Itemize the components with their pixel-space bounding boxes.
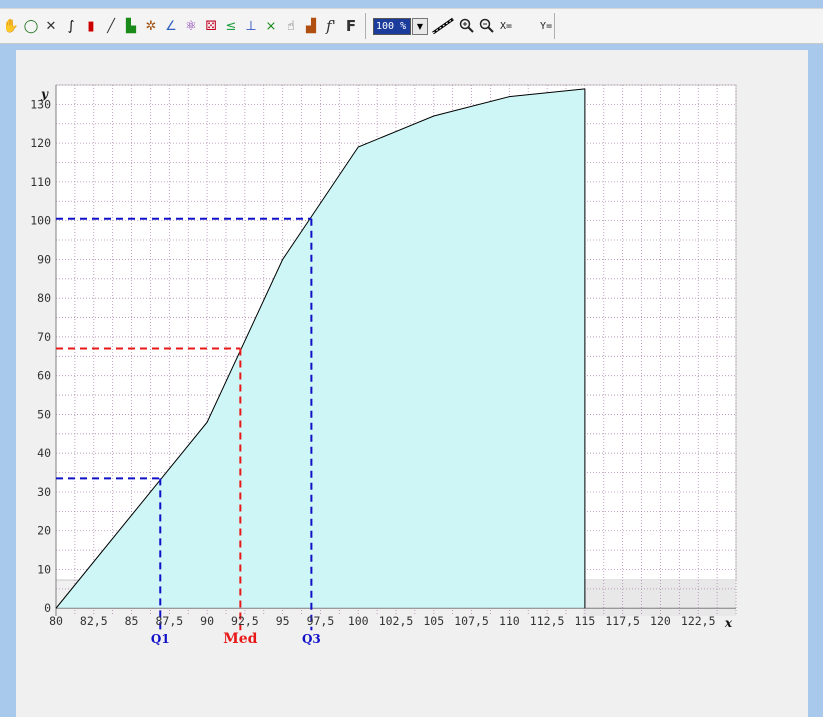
y-tick-label: 120 — [30, 136, 51, 150]
function-button[interactable]: F — [342, 15, 360, 37]
x-tick-label: 82,5 — [80, 614, 108, 628]
x-tick-label: 85 — [125, 614, 139, 628]
y-coordinate-label: Y= — [540, 20, 553, 32]
y-tick-label: 110 — [30, 175, 51, 189]
x-tick-label: 122,5 — [681, 614, 716, 628]
toolbar-separator — [365, 13, 366, 39]
zoom-select[interactable]: 100 % ▼ — [373, 17, 428, 35]
x-tick-label: 107,5 — [454, 614, 489, 628]
x-tick-label: 110 — [499, 614, 520, 628]
hand-tool-icon[interactable]: ✋ — [2, 15, 20, 37]
derivative-button[interactable]: f' — [322, 15, 340, 37]
toolbar: ✋ ◯ ✕ ∫ ▮ ╱ ▙ ✲ ∠ ⚛ ⚄ ≤ ⊥ ⨯ ☝ ▟ f' F 100 % ▼ X= Y= — [0, 8, 823, 44]
less-than-tool-icon[interactable]: ≤ — [222, 15, 240, 37]
y-axis-label: y — [40, 87, 49, 101]
curve-tool-icon[interactable]: ∫ — [62, 15, 80, 37]
x-coordinate-label: X= — [500, 20, 513, 32]
y-tick-label: 10 — [37, 562, 51, 576]
tool-buttons: ✋ ◯ ✕ ∫ ▮ ╱ ▙ ✲ ∠ ⚛ ⚄ ≤ ⊥ ⨯ ☝ ▟ — [0, 15, 320, 37]
cumulative-frequency-chart[interactable]: Q1 Med Q3 80 82,5 85 87,5 90 92,5 95 97,5 100 102,5… — [16, 50, 808, 717]
x-tick-label: 95 — [276, 614, 290, 628]
y-tick-label: 30 — [37, 485, 51, 499]
zoom-in-icon[interactable] — [458, 15, 476, 37]
butterfly-tool-icon[interactable]: ✲ — [142, 15, 160, 37]
x-tick-label: 87,5 — [155, 614, 183, 628]
y-tick-label: 40 — [37, 446, 51, 460]
x-tick-label: 115 — [574, 614, 595, 628]
stairs-tool-icon[interactable]: ▟ — [302, 15, 320, 37]
dice-tool-icon[interactable]: ⚄ — [202, 15, 220, 37]
y-tick-label: 80 — [37, 291, 51, 305]
axes-tool-icon[interactable]: ✕ — [42, 15, 60, 37]
y-tick-label: 60 — [37, 369, 51, 383]
x-tick-label: 112,5 — [530, 614, 565, 628]
atom-tool-icon[interactable]: ⚛ — [182, 15, 200, 37]
circle-tool-icon[interactable]: ◯ — [22, 15, 40, 37]
chart-panel: Q1 Med Q3 80 82,5 85 87,5 90 92,5 95 97,5 100 102,5… — [16, 50, 808, 717]
segment-tool-icon[interactable]: ⊥ — [242, 15, 260, 37]
toolbar-separator — [554, 13, 556, 39]
intersection-tool-icon[interactable]: ⨯ — [262, 15, 280, 37]
below-axis-shade — [583, 580, 736, 616]
angle-tool-icon[interactable]: ∠ — [162, 15, 180, 37]
marker-label: Q3 — [302, 632, 321, 646]
histogram-tool-icon[interactable]: ▙ — [122, 15, 140, 37]
chevron-down-icon[interactable]: ▼ — [412, 17, 428, 35]
hand-point-tool-icon[interactable]: ☝ — [282, 15, 300, 37]
ruler-icon[interactable] — [430, 15, 456, 37]
x-tick-label: 105 — [423, 614, 444, 628]
y-tick-label: 70 — [37, 330, 51, 344]
line-tool-icon[interactable]: ╱ — [102, 15, 120, 37]
marker-label: Q1 — [151, 632, 170, 646]
marker-label: Med — [223, 631, 257, 647]
x-axis-label: x — [724, 616, 733, 630]
y-tick-label: 0 — [44, 601, 51, 615]
x-tick-label: 100 — [348, 614, 369, 628]
x-tick-label: 120 — [650, 614, 671, 628]
x-tick-label: 102,5 — [379, 614, 414, 628]
zoom-out-icon[interactable] — [478, 15, 496, 37]
x-tick-label: 80 — [49, 614, 63, 628]
x-tick-label: 97,5 — [307, 614, 335, 628]
x-tick-label: 92,5 — [231, 614, 259, 628]
y-tick-label: 90 — [37, 252, 51, 266]
y-tick-label: 100 — [30, 214, 51, 228]
x-tick-label: 90 — [200, 614, 214, 628]
x-tick-label: 117,5 — [605, 614, 640, 628]
bar-tool-icon[interactable]: ▮ — [82, 15, 100, 37]
y-tick-label: 20 — [37, 524, 51, 538]
zoom-value: 100 % — [373, 17, 411, 35]
y-tick-label: 50 — [37, 407, 51, 421]
